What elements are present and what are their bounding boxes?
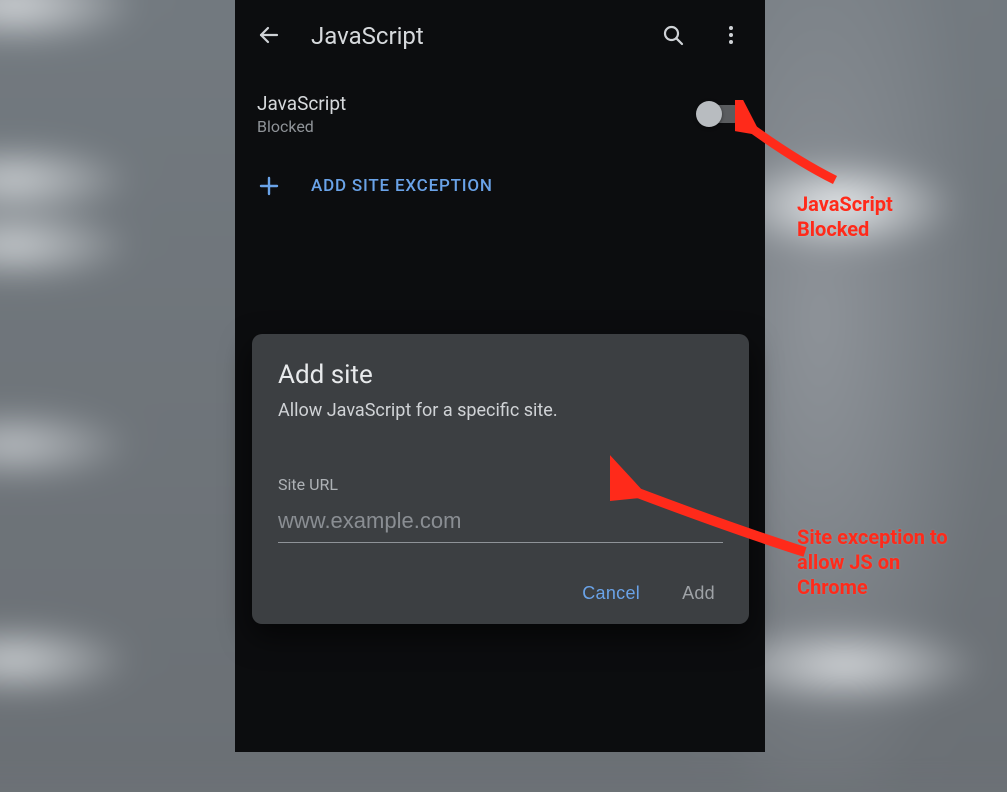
add-button[interactable]: Add <box>678 577 719 610</box>
setting-status: Blocked <box>257 117 699 136</box>
add-exception-label: ADD SITE EXCEPTION <box>311 176 493 196</box>
toggle-knob-icon <box>696 101 722 127</box>
dialog-title: Add site <box>278 360 723 390</box>
javascript-toggle-row[interactable]: JavaScript Blocked <box>235 72 765 152</box>
search-button[interactable] <box>657 20 689 52</box>
javascript-toggle[interactable] <box>699 105 743 123</box>
add-site-exception-button[interactable]: ADD SITE EXCEPTION <box>235 152 765 220</box>
app-bar: JavaScript <box>235 0 765 72</box>
more-vert-icon <box>719 23 743 50</box>
page-title: JavaScript <box>311 22 631 50</box>
add-site-dialog: Add site Allow JavaScript for a specific… <box>252 334 749 624</box>
annotation-text: JavaScriptBlocked <box>797 192 893 242</box>
search-icon <box>661 23 685 50</box>
cancel-button[interactable]: Cancel <box>578 577 644 610</box>
dialog-actions: Cancel Add <box>278 577 723 610</box>
site-url-label: Site URL <box>278 475 723 494</box>
dialog-description: Allow JavaScript for a specific site. <box>278 400 723 421</box>
overflow-menu-button[interactable] <box>715 20 747 52</box>
annotation-text: Site exception toallow JS onChrome <box>797 525 948 600</box>
setting-texts: JavaScript Blocked <box>257 92 699 136</box>
phone-screen: JavaScript JavaScript Blocked ADD SITE E… <box>235 0 765 752</box>
site-url-input[interactable] <box>278 504 723 543</box>
arrow-back-icon <box>257 23 281 50</box>
back-button[interactable] <box>253 20 285 52</box>
plus-icon <box>257 174 281 198</box>
setting-title: JavaScript <box>257 92 699 115</box>
